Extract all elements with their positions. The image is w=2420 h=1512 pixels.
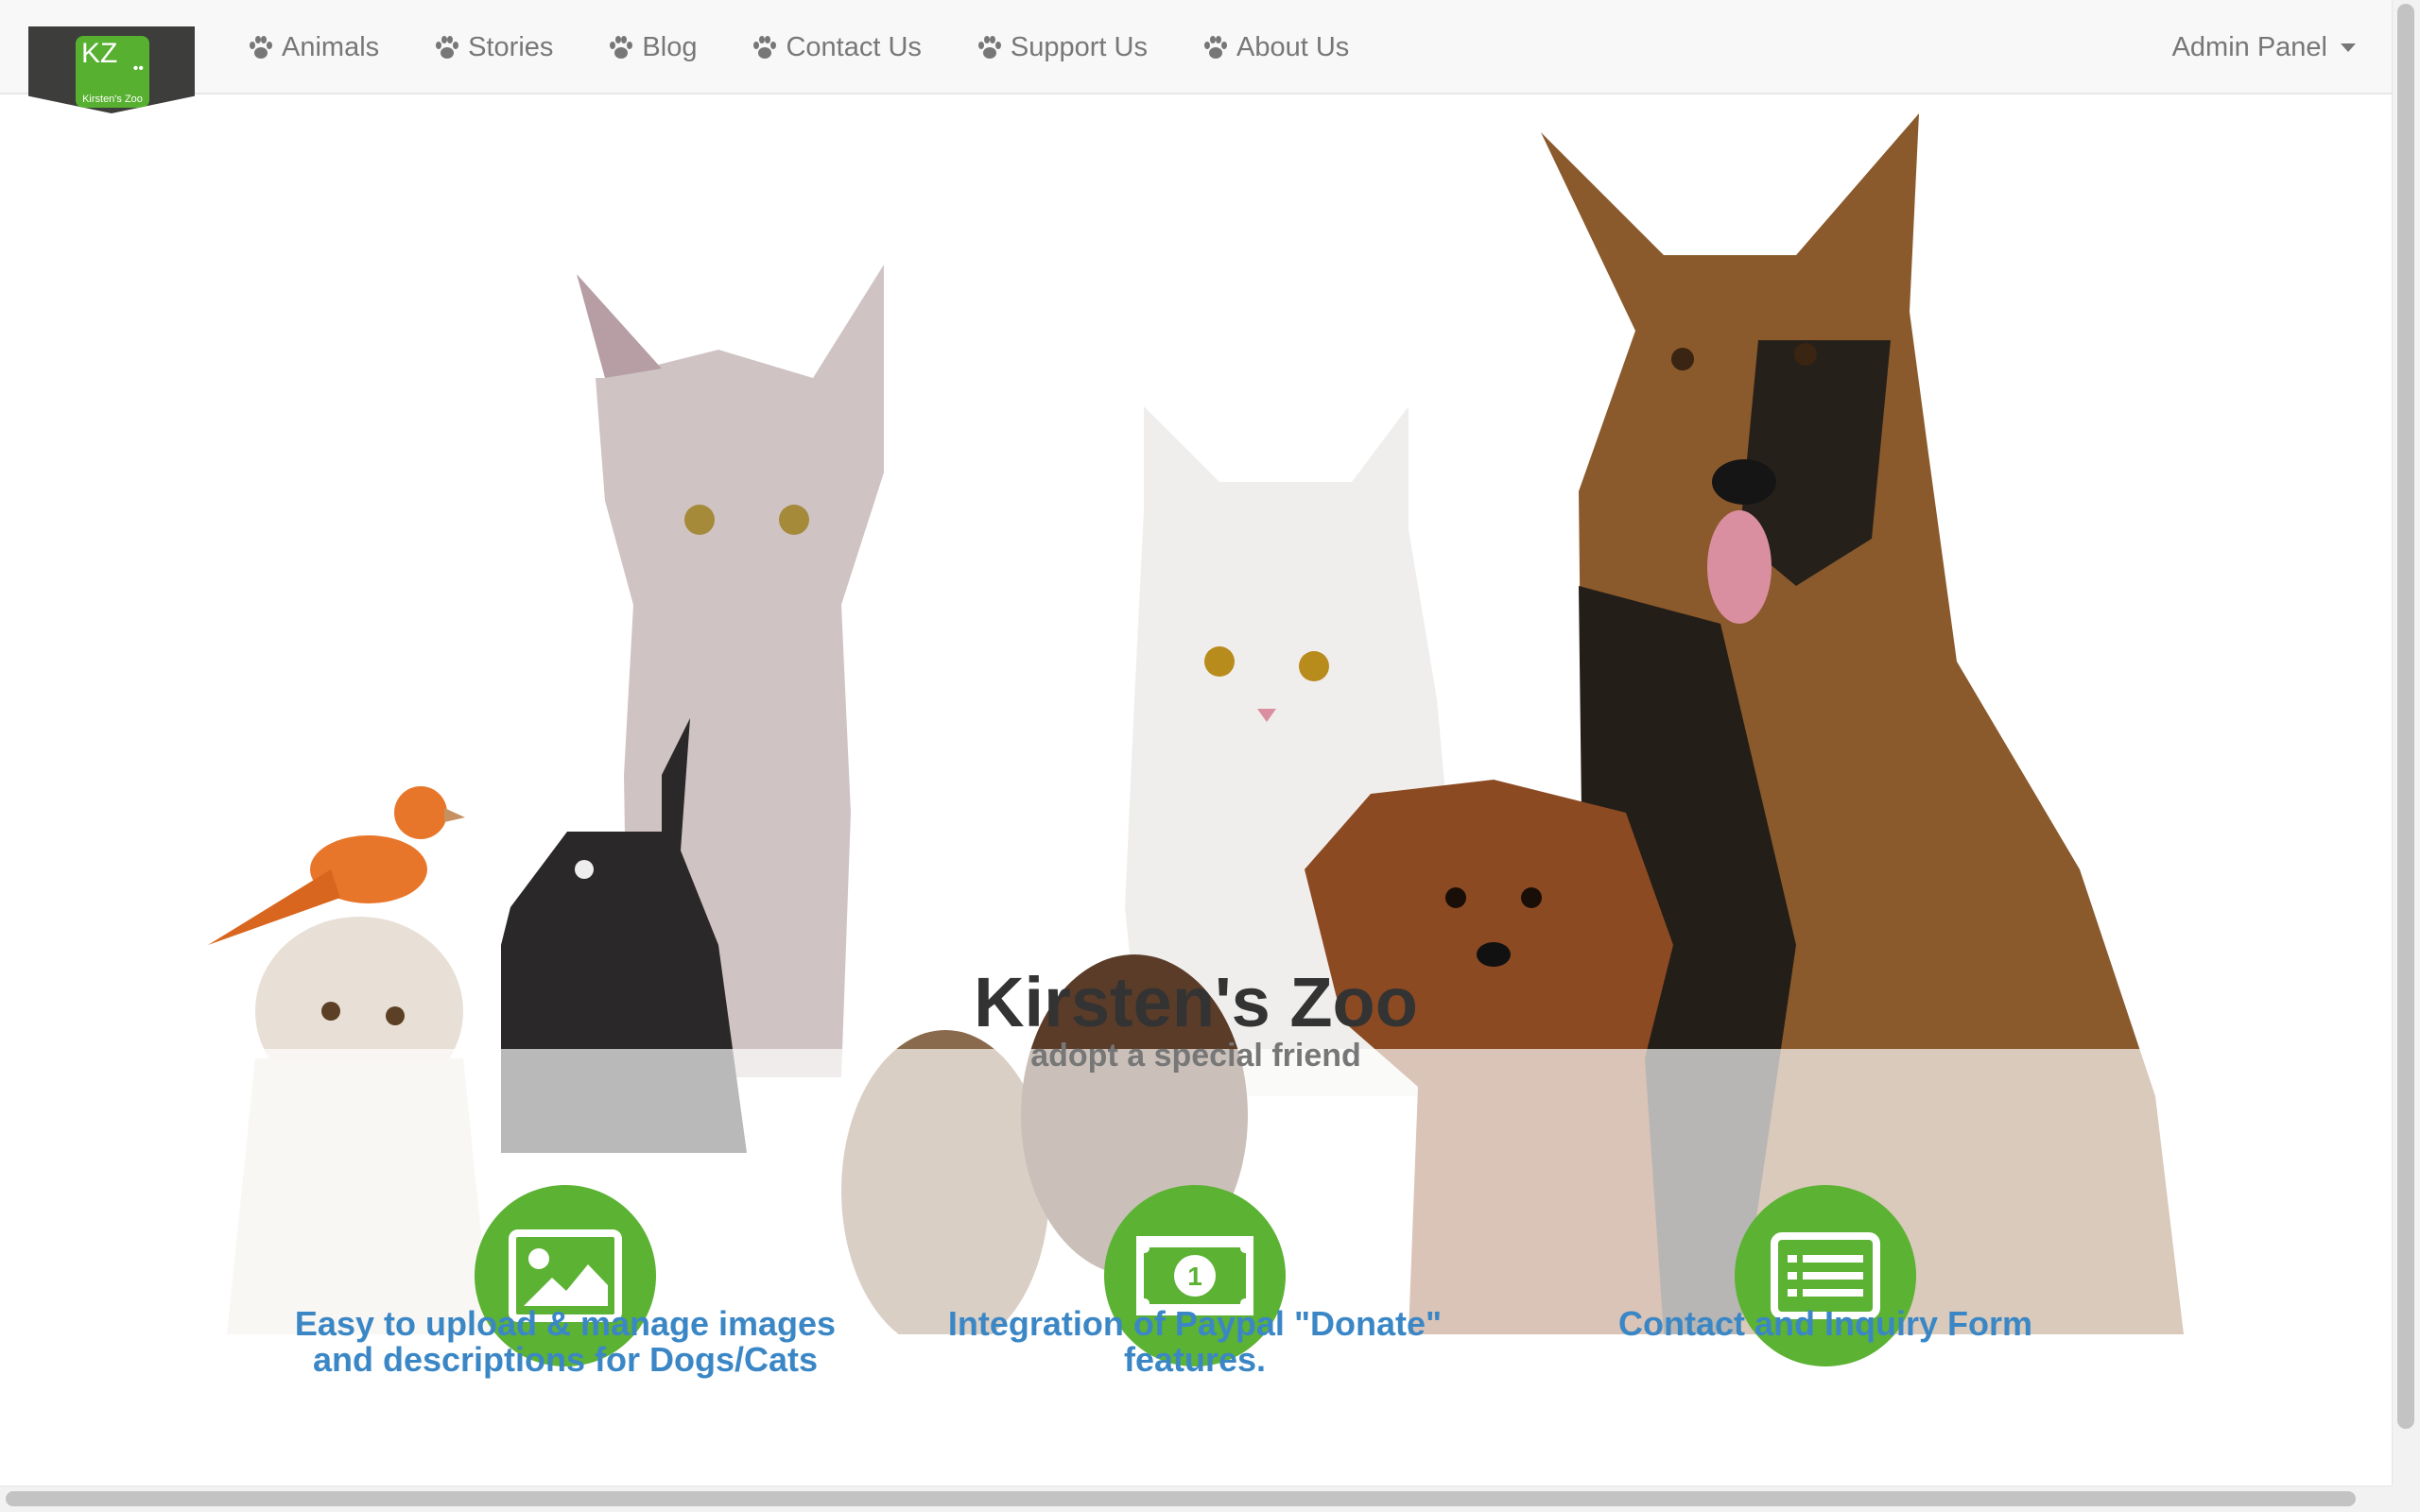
admin-panel-label: Admin Panel — [2171, 31, 2327, 62]
scrollbar-corner — [2392, 1486, 2420, 1512]
nav-item-about-us[interactable]: About Us — [1202, 32, 1349, 63]
site-logo[interactable]: KZ •• Kirsten's Zoo — [28, 26, 195, 113]
feature-text-contact: Contact and Inquiry Form — [1617, 1304, 2032, 1343]
logo-text: Kirsten's Zoo — [82, 94, 143, 105]
vertical-scroll-thumb[interactable] — [2397, 4, 2414, 1429]
logo-mark: KZ — [81, 38, 118, 69]
nav-menu: Animals Stories Blog Contact Us Support … — [248, 0, 1404, 94]
nav-item-label: Stories — [468, 31, 554, 62]
paw-icon — [1204, 36, 1227, 59]
svg-text:1: 1 — [1187, 1262, 1202, 1291]
horizontal-scroll-thumb[interactable] — [6, 1491, 2356, 1506]
hero-title: Kirsten's Zoo — [974, 963, 1418, 1041]
nav-item-label: Animals — [282, 31, 380, 62]
paw-icon — [250, 36, 272, 59]
nav-item-support-us[interactable]: Support Us — [977, 32, 1148, 63]
caret-down-icon — [2341, 43, 2356, 52]
paw-icon — [610, 36, 633, 59]
vertical-scrollbar[interactable] — [2392, 0, 2420, 1486]
hero-subtitle: adopt a special friend — [1030, 1038, 1361, 1074]
nav-item-label: Contact Us — [786, 31, 922, 62]
horizontal-scrollbar[interactable] — [0, 1486, 2392, 1512]
paw-prints-icon: •• — [132, 60, 144, 77]
admin-panel-dropdown[interactable]: Admin Panel — [2172, 0, 2356, 94]
nav-item-label: About Us — [1236, 31, 1350, 62]
nav-item-label: Blog — [642, 31, 698, 62]
paw-icon — [753, 36, 777, 59]
nav-item-label: Support Us — [1010, 31, 1148, 62]
nav-item-blog[interactable]: Blog — [608, 32, 697, 63]
nav-item-contact-us[interactable]: Contact Us — [752, 31, 922, 63]
nav-item-stories[interactable]: Stories — [434, 32, 553, 63]
feature-text-donate: Integration of Paypal "Donate" features. — [947, 1304, 1443, 1379]
feature-text-images: Easy to upload & manage images and descr… — [294, 1304, 837, 1379]
nav-item-animals[interactable]: Animals — [248, 32, 379, 63]
paw-icon — [977, 36, 1001, 59]
logo-badge: KZ •• Kirsten's Zoo — [76, 36, 149, 108]
top-navbar: Animals Stories Blog Contact Us Support … — [0, 0, 2392, 94]
paw-icon — [436, 36, 459, 59]
